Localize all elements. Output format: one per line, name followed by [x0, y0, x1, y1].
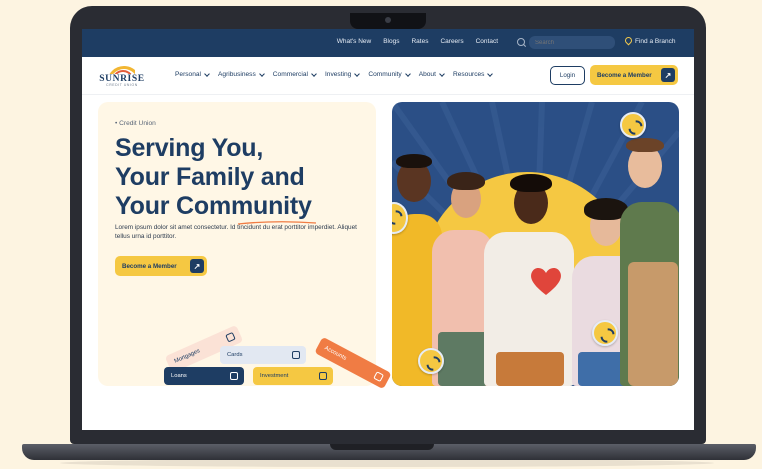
nav-item-resources[interactable]: Resources	[452, 70, 494, 78]
nav-item-personal[interactable]: Personal	[175, 70, 210, 78]
contact-link[interactable]: Contact	[476, 38, 498, 45]
careers-link[interactable]: Careers	[440, 38, 463, 45]
blogs-link[interactable]: Blogs	[383, 38, 399, 45]
hero-cta-label: Become a Member	[122, 262, 177, 270]
become-member-button[interactable]: Become a Member ↗	[590, 65, 678, 85]
login-button[interactable]: Login	[550, 66, 585, 85]
nav-item-investing[interactable]: Investing	[324, 70, 361, 78]
nav-menu: Personal Agribusiness Commercial Investi…	[175, 70, 494, 78]
card-icon	[292, 351, 300, 359]
nav-item-commercial[interactable]: Commercial	[272, 70, 317, 78]
chevron-down-icon	[487, 70, 494, 77]
find-branch-link[interactable]: Find a Branch	[635, 38, 675, 45]
website-screen: What's New Blogs Rates Careers Contact F…	[82, 29, 694, 430]
utility-bar: What's New Blogs Rates Careers Contact F…	[82, 29, 694, 57]
loans-tag[interactable]: Loans	[164, 367, 244, 385]
chevron-down-icon	[404, 70, 411, 77]
sunrise-logo-icon	[107, 66, 135, 74]
map-pin-icon	[623, 35, 634, 46]
laptop-base-notch	[330, 444, 434, 450]
coin-stack-icon	[319, 372, 327, 380]
coin-icon	[620, 112, 646, 138]
wallet-icon	[373, 371, 385, 383]
nav-item-community[interactable]: Community	[368, 70, 411, 78]
nav-item-label: About	[418, 71, 436, 78]
chevron-down-icon	[258, 70, 265, 77]
hero-text-panel: • Credit Union Serving You, Your Family …	[98, 102, 392, 390]
laptop-shadow	[60, 459, 714, 467]
nav-item-label: Agribusiness	[218, 71, 256, 78]
search-icon[interactable]	[517, 38, 525, 46]
house-icon	[225, 331, 236, 343]
arrow-up-right-icon: ↗	[661, 68, 675, 82]
nav-item-label: Resources	[452, 71, 485, 78]
headline-line-1: Serving You,	[115, 134, 264, 162]
nav-item-label: Commercial	[272, 71, 308, 78]
become-member-label: Become a Member	[597, 71, 652, 79]
headline-line-3: Your Community	[115, 192, 312, 220]
investment-label: Investment	[260, 373, 289, 379]
hero-become-member-button[interactable]: Become a Member ↗	[115, 256, 207, 276]
accounts-label: Accounts	[323, 345, 348, 362]
page-bottom-area	[82, 395, 694, 430]
cards-label: Cards	[227, 352, 243, 358]
hero-body-text: Lorem ipsum dolor sit amet consectetur. …	[115, 224, 357, 240]
loans-label: Loans	[171, 373, 187, 379]
nav-item-label: Investing	[324, 71, 352, 78]
rates-link[interactable]: Rates	[411, 38, 428, 45]
search-input[interactable]	[529, 36, 615, 49]
mortgages-label: Mortgages	[173, 348, 202, 365]
bank-icon	[230, 372, 238, 380]
investment-tag[interactable]: Investment	[253, 367, 333, 385]
arrow-up-right-icon: ↗	[190, 259, 204, 273]
chevron-down-icon	[204, 70, 210, 77]
hero-eyebrow: • Credit Union	[115, 120, 156, 127]
sunrise-logo[interactable]: SUNRISE CREDIT UNION	[98, 66, 146, 88]
nav-item-agribusiness[interactable]: Agribusiness	[218, 70, 265, 78]
hero-headline: Serving You, Your Family and Your Commun…	[115, 134, 375, 221]
chevron-down-icon	[311, 70, 317, 77]
utility-links: What's New Blogs Rates Careers Contact	[337, 38, 498, 45]
chevron-down-icon	[439, 70, 445, 77]
coin-icon	[592, 320, 618, 346]
whats-new-link[interactable]: What's New	[337, 38, 371, 45]
nav-item-label: Community	[368, 71, 402, 78]
coin-icon	[418, 348, 444, 374]
cards-tag[interactable]: Cards	[220, 346, 306, 364]
headline-line-2: Your Family and	[115, 163, 305, 191]
camera-icon	[385, 17, 391, 23]
nav-item-about[interactable]: About	[418, 70, 445, 78]
hero-photo	[392, 102, 679, 386]
main-nav: SUNRISE CREDIT UNION Personal Agribusine…	[82, 57, 694, 95]
chevron-down-icon	[354, 70, 361, 77]
logo-tagline: CREDIT UNION	[106, 83, 138, 87]
heart-icon	[531, 267, 561, 295]
nav-item-label: Personal	[175, 71, 202, 78]
